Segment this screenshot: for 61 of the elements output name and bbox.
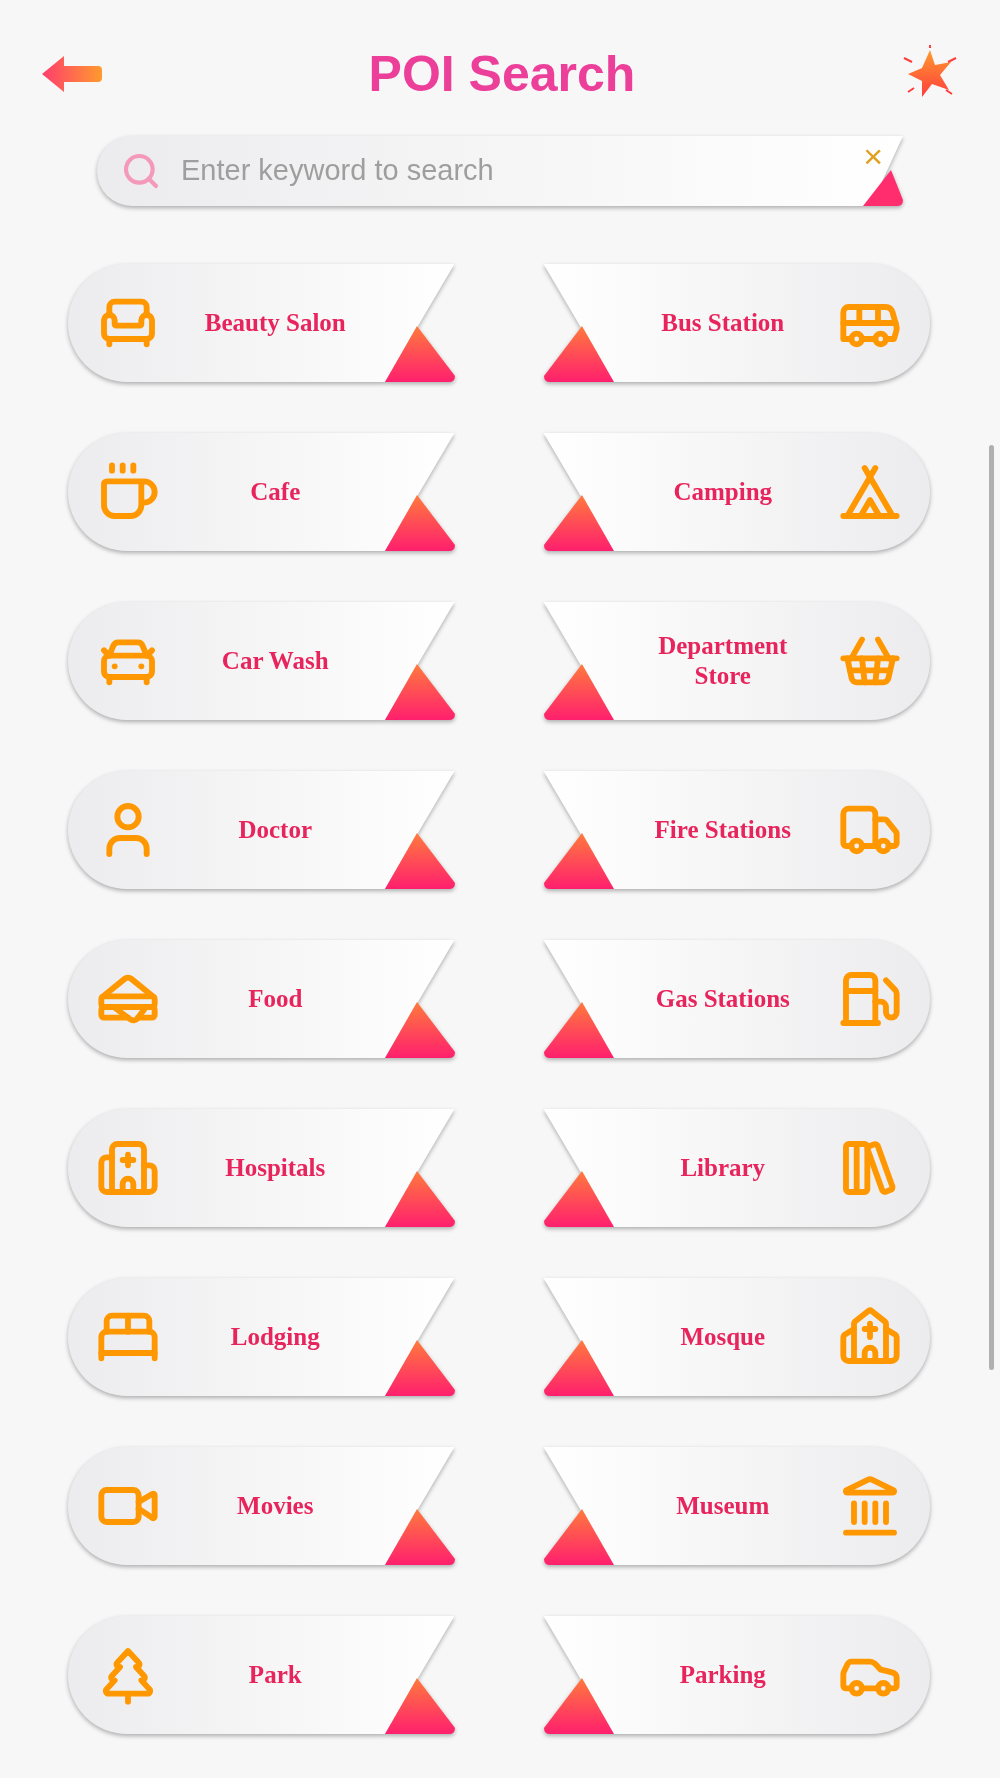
corner-accent <box>384 1171 455 1227</box>
corner-accent <box>384 495 455 551</box>
category-label: Gas Stations <box>654 984 791 1014</box>
category-button[interactable]: Park <box>68 1616 455 1734</box>
search-input[interactable]: Enter keyword to search <box>181 149 741 193</box>
corner-accent <box>384 1509 455 1565</box>
scrollbar[interactable] <box>989 445 994 1370</box>
corner-accent <box>384 326 455 382</box>
category-label: Lodging <box>229 1322 321 1352</box>
category-button[interactable]: Hospitals <box>68 1109 455 1227</box>
category-label: Camping <box>672 477 774 507</box>
category-label: Hospitals <box>224 1153 327 1183</box>
corner-accent <box>543 1340 614 1396</box>
category-button[interactable]: Doctor <box>68 771 455 889</box>
category-label: Bus Station <box>660 308 786 338</box>
category-button[interactable]: Car Wash <box>68 602 455 720</box>
category-button[interactable]: Food <box>68 940 455 1058</box>
category-label: Doctor <box>237 815 314 845</box>
category-label: Movies <box>236 1491 315 1521</box>
search-icon <box>121 151 161 191</box>
corner-accent <box>384 1678 455 1734</box>
category-button[interactable]: Museum <box>543 1447 930 1565</box>
category-label: Department Store <box>657 631 789 691</box>
corner-accent <box>543 833 614 889</box>
corner-accent <box>384 664 455 720</box>
corner-accent <box>543 1509 614 1565</box>
corner-accent <box>543 664 614 720</box>
category-label: Mosque <box>679 1322 767 1352</box>
corner-accent <box>863 170 903 206</box>
category-button[interactable]: Gas Stations <box>543 940 930 1058</box>
category-button[interactable]: Lodging <box>68 1278 455 1396</box>
category-button[interactable]: Mosque <box>543 1278 930 1396</box>
category-label: Library <box>679 1153 767 1183</box>
category-button[interactable]: Fire Stations <box>543 771 930 889</box>
category-button[interactable]: Library <box>543 1109 930 1227</box>
category-button[interactable]: Bus Station <box>543 264 930 382</box>
category-label: Park <box>247 1660 303 1690</box>
category-label: Food <box>247 984 304 1014</box>
category-button[interactable]: Movies <box>68 1447 455 1565</box>
category-button[interactable]: Cafe <box>68 433 455 551</box>
corner-accent <box>543 495 614 551</box>
clear-button[interactable]: × <box>863 136 883 176</box>
back-arrow-icon[interactable] <box>40 54 104 94</box>
corner-accent <box>384 1002 455 1058</box>
corner-accent <box>384 1340 455 1396</box>
category-label: Parking <box>678 1660 767 1690</box>
category-label: Beauty Salon <box>203 308 347 338</box>
category-label: Fire Stations <box>653 815 792 845</box>
category-label: Museum <box>675 1491 771 1521</box>
category-button[interactable]: Department Store <box>543 602 930 720</box>
category-button[interactable]: Parking <box>543 1616 930 1734</box>
category-label: Car Wash <box>220 646 330 676</box>
category-button[interactable]: Beauty Salon <box>68 264 455 382</box>
corner-accent <box>384 833 455 889</box>
corner-accent <box>543 1002 614 1058</box>
corner-accent <box>543 1171 614 1227</box>
page-title: POI Search <box>368 44 636 104</box>
category-button[interactable]: Camping <box>543 433 930 551</box>
corner-accent <box>543 1678 614 1734</box>
corner-accent <box>543 326 614 382</box>
category-label: Cafe <box>249 477 302 507</box>
